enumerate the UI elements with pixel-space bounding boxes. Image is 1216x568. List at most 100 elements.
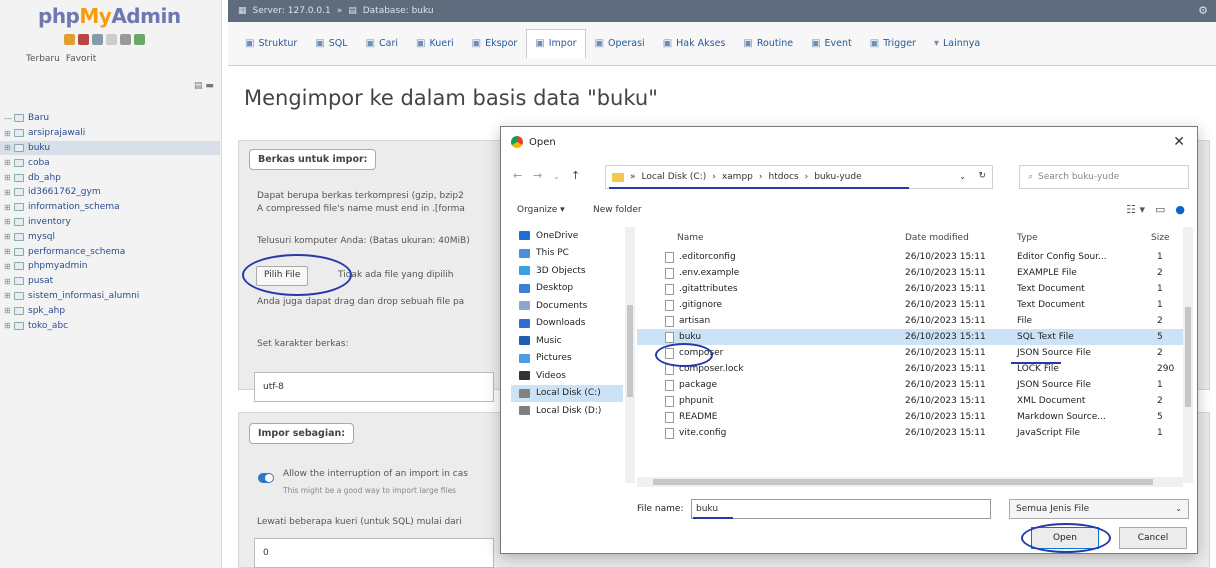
- database-name[interactable]: buku: [28, 143, 50, 153]
- database-name[interactable]: sistem_informasi_alumni: [28, 291, 139, 301]
- column-date[interactable]: Date modified: [905, 233, 969, 243]
- expand-icon[interactable]: ⊞: [0, 129, 14, 138]
- database-name[interactable]: Baru: [28, 113, 49, 123]
- database-item[interactable]: ⊞ sistem_informasi_alumni: [0, 289, 220, 304]
- database-name[interactable]: mysql: [28, 232, 55, 242]
- column-type[interactable]: Type: [1017, 233, 1038, 243]
- file-row[interactable]: package 26/10/2023 15:11 JSON Source File 1: [637, 377, 1185, 393]
- home-icon[interactable]: [64, 34, 75, 45]
- cancel-button[interactable]: Cancel: [1119, 527, 1187, 549]
- expand-icon[interactable]: ⊞: [0, 262, 14, 271]
- database-item[interactable]: ⊞ toko_abc: [0, 318, 220, 333]
- database-name[interactable]: information_schema: [28, 202, 120, 212]
- nav-item[interactable]: Documents: [511, 297, 623, 315]
- file-row[interactable]: .editorconfig 26/10/2023 15:11 Editor Conf…: [637, 249, 1185, 265]
- close-icon[interactable]: ✕: [1173, 134, 1185, 150]
- tab-routine[interactable]: ▣ Routine: [734, 29, 802, 59]
- history-dropdown-icon[interactable]: ⌄: [553, 172, 560, 181]
- database-item[interactable]: ⊞ id3661762_gym: [0, 185, 220, 200]
- database-item[interactable]: ⊞ mysql: [0, 229, 220, 244]
- database-item[interactable]: ⊞ inventory: [0, 215, 220, 230]
- file-row[interactable]: .gitignore 26/10/2023 15:11 Text Document 1: [637, 297, 1185, 313]
- tab-recent[interactable]: Terbaru: [26, 54, 60, 64]
- tab-impor[interactable]: ▣ Impor: [526, 28, 586, 59]
- database-item[interactable]: ⊞ phpmyadmin: [0, 259, 220, 274]
- nav-item[interactable]: Desktop: [511, 280, 623, 298]
- skip-queries-input[interactable]: 0: [254, 538, 494, 568]
- file-list-scrollbar[interactable]: [1183, 227, 1193, 483]
- database-item[interactable]: ⊞ coba: [0, 155, 220, 170]
- nav-item[interactable]: OneDrive: [511, 227, 623, 245]
- filetype-select[interactable]: Semua Jenis File ⌄: [1009, 499, 1189, 519]
- database-item[interactable]: ⊞ performance_schema: [0, 244, 220, 259]
- database-item[interactable]: ⊞ buku: [0, 140, 220, 156]
- help-icon[interactable]: ●: [1175, 203, 1185, 216]
- expand-icon[interactable]: ⊞: [0, 158, 14, 167]
- horizontal-scrollbar[interactable]: [637, 477, 1183, 487]
- expand-icon[interactable]: ⊞: [0, 188, 14, 197]
- expand-icon[interactable]: ⊞: [0, 247, 14, 256]
- tab-trigger[interactable]: ▣ Trigger: [861, 29, 925, 59]
- database-name[interactable]: phpmyadmin: [28, 261, 87, 271]
- column-size[interactable]: Size: [1151, 233, 1169, 243]
- file-row[interactable]: buku 26/10/2023 15:11 SQL Text File 5: [637, 329, 1185, 345]
- address-bar[interactable]: » Local Disk (C:) › xampp › htdocs › buk…: [605, 165, 993, 189]
- breadcrumb-server[interactable]: Server: 127.0.0.1: [253, 6, 331, 16]
- nav-item[interactable]: Local Disk (C:): [511, 384, 623, 402]
- new-folder-button[interactable]: New folder: [593, 205, 642, 215]
- address-dropdown-icon[interactable]: ⌄: [959, 172, 966, 181]
- expand-icon[interactable]: ⊞: [0, 306, 14, 315]
- tab-operasi[interactable]: ▣ Operasi: [586, 29, 654, 59]
- nav-item[interactable]: Videos: [511, 367, 623, 385]
- expand-icon[interactable]: ⊞: [0, 291, 14, 300]
- tab-cari[interactable]: ▣ Cari: [357, 29, 407, 59]
- database-name[interactable]: db_ahp: [28, 173, 61, 183]
- tab-sql[interactable]: ▣ SQL: [306, 29, 356, 59]
- preview-pane-icon[interactable]: ▭: [1155, 203, 1165, 216]
- expand-icon[interactable]: ⊞: [0, 321, 14, 330]
- view-options-icon[interactable]: ☷ ▾: [1126, 203, 1145, 216]
- allow-interrupt-toggle[interactable]: [258, 473, 274, 483]
- address-part-xampp[interactable]: xampp: [722, 172, 753, 182]
- nav-item[interactable]: This PC: [511, 245, 623, 263]
- database-item[interactable]: ⊞ spk_ahp: [0, 303, 220, 318]
- database-item[interactable]: ⊞ information_schema: [0, 200, 220, 215]
- organize-button[interactable]: Organize ▾: [517, 205, 565, 215]
- charset-select[interactable]: utf-8: [254, 372, 494, 402]
- tab-ekspor[interactable]: ▣ Ekspor: [463, 29, 527, 59]
- nav-item[interactable]: Downloads: [511, 315, 623, 333]
- new-icon[interactable]: —: [0, 114, 14, 123]
- database-name[interactable]: spk_ahp: [28, 306, 65, 316]
- file-row[interactable]: .env.example 26/10/2023 15:11 EXAMPLE File…: [637, 265, 1185, 281]
- expand-icon[interactable]: ⊞: [0, 277, 14, 286]
- database-item[interactable]: ⊞ arsiprajawali: [0, 126, 220, 141]
- database-item[interactable]: ⊞ db_ahp: [0, 170, 220, 185]
- address-part-drive[interactable]: Local Disk (C:): [642, 172, 707, 182]
- database-name[interactable]: coba: [28, 158, 50, 168]
- file-row[interactable]: README 26/10/2023 15:11 Markdown Source...…: [637, 409, 1185, 425]
- reload-icon[interactable]: [134, 34, 145, 45]
- nav-item[interactable]: Music: [511, 332, 623, 350]
- nav-scrollbar[interactable]: [625, 227, 635, 483]
- help-icon[interactable]: [92, 34, 103, 45]
- database-name[interactable]: id3661762_gym: [28, 187, 101, 197]
- file-row[interactable]: composer.lock 26/10/2023 15:11 LOCK File 29…: [637, 361, 1185, 377]
- new-database-item[interactable]: — Baru: [0, 111, 220, 126]
- tab-favorite[interactable]: Favorit: [66, 54, 96, 64]
- expand-icon[interactable]: ⊞: [0, 232, 14, 241]
- expand-icon[interactable]: ⊞: [0, 173, 14, 182]
- database-name[interactable]: performance_schema: [28, 247, 125, 257]
- nav-item[interactable]: Pictures: [511, 350, 623, 368]
- nav-item[interactable]: 3D Objects: [511, 262, 623, 280]
- database-item[interactable]: ⊞ pusat: [0, 274, 220, 289]
- address-part-htdocs[interactable]: htdocs: [769, 172, 799, 182]
- file-row[interactable]: vite.config 26/10/2023 15:11 JavaScript Fi…: [637, 425, 1185, 441]
- filename-input[interactable]: buku: [691, 499, 991, 519]
- tab-kueri[interactable]: ▣ Kueri: [407, 29, 463, 59]
- database-name[interactable]: pusat: [28, 276, 53, 286]
- expand-icon[interactable]: ⊞: [0, 143, 14, 152]
- database-name[interactable]: inventory: [28, 217, 71, 227]
- forward-icon[interactable]: →: [533, 169, 542, 182]
- file-row[interactable]: composer 26/10/2023 15:11 JSON Source File…: [637, 345, 1185, 361]
- search-input[interactable]: ⌕ Search buku-yude: [1019, 165, 1189, 189]
